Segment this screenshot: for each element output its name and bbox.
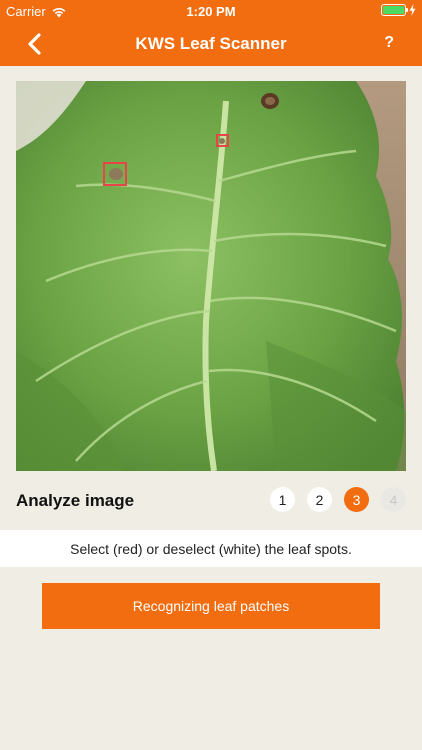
battery-icon bbox=[381, 4, 408, 16]
status-time: 1:20 PM bbox=[186, 4, 236, 19]
instruction-text: Select (red) or deselect (white) the lea… bbox=[0, 530, 422, 567]
step-indicator: 1 2 3 4 bbox=[270, 487, 406, 512]
bolt-icon bbox=[409, 4, 416, 16]
battery-status bbox=[381, 4, 416, 16]
leaf-photo[interactable] bbox=[16, 81, 406, 471]
chevron-left-icon[interactable] bbox=[22, 30, 50, 58]
analyze-title: Analyze image bbox=[16, 491, 135, 510]
help-button[interactable]: ? bbox=[384, 34, 394, 52]
recognize-button[interactable]: Recognizing leaf patches bbox=[42, 583, 380, 629]
analyze-section: Analyze image 1 2 3 4 bbox=[0, 482, 422, 522]
step-1[interactable]: 1 bbox=[270, 487, 295, 512]
page-title: KWS Leaf Scanner bbox=[135, 34, 287, 53]
status-bar: Carrier 1:20 PM bbox=[0, 0, 422, 22]
app-header: Carrier 1:20 PM KWS Leaf Scanner ? bbox=[0, 0, 422, 66]
step-3[interactable]: 3 bbox=[344, 487, 369, 512]
navigation-bar: KWS Leaf Scanner ? bbox=[0, 22, 422, 66]
step-2[interactable]: 2 bbox=[307, 487, 332, 512]
step-4: 4 bbox=[381, 487, 406, 512]
